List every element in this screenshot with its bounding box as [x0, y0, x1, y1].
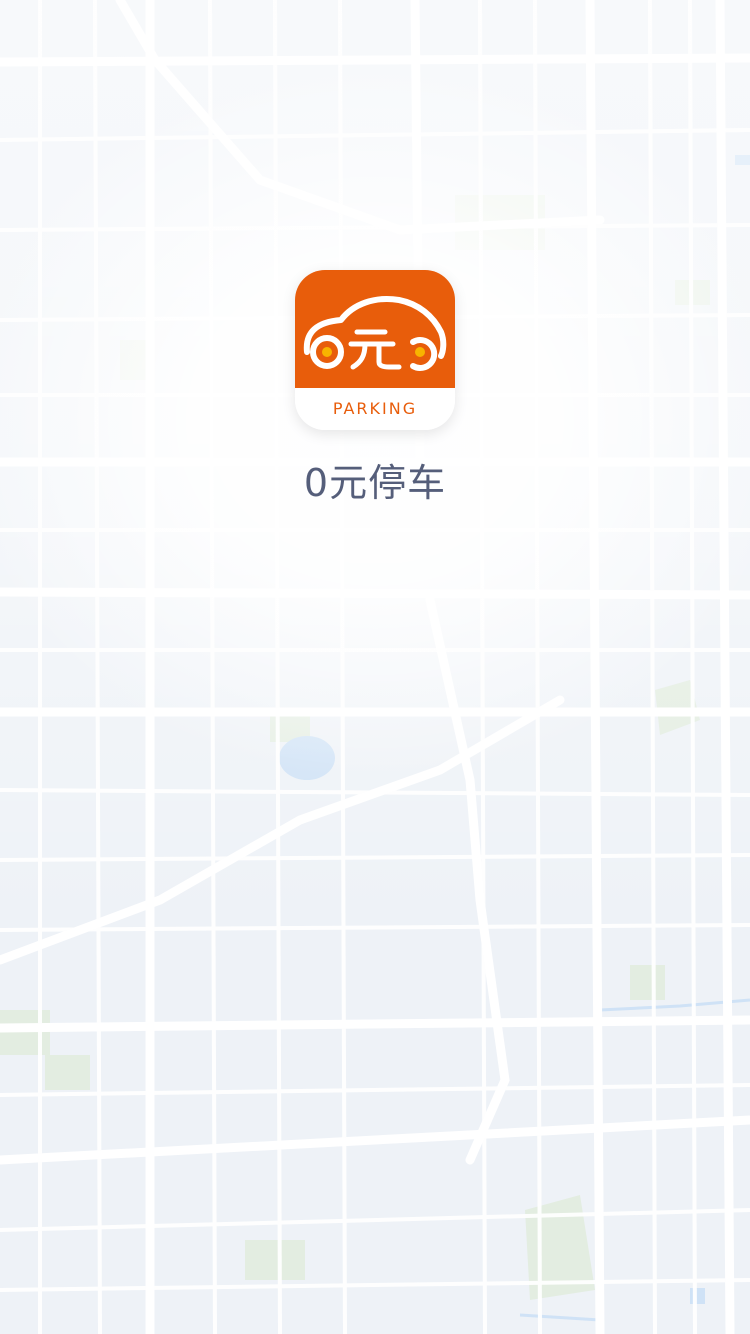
- splash-screen: PARKING 0元停车: [0, 0, 750, 1334]
- app-name: 0元停车: [303, 461, 447, 505]
- logo-parking-label: PARKING: [295, 388, 455, 430]
- background-fade: [0, 0, 750, 1334]
- logo-car-area: [295, 270, 455, 388]
- car-icon: [303, 296, 447, 371]
- app-logo: PARKING: [295, 270, 455, 430]
